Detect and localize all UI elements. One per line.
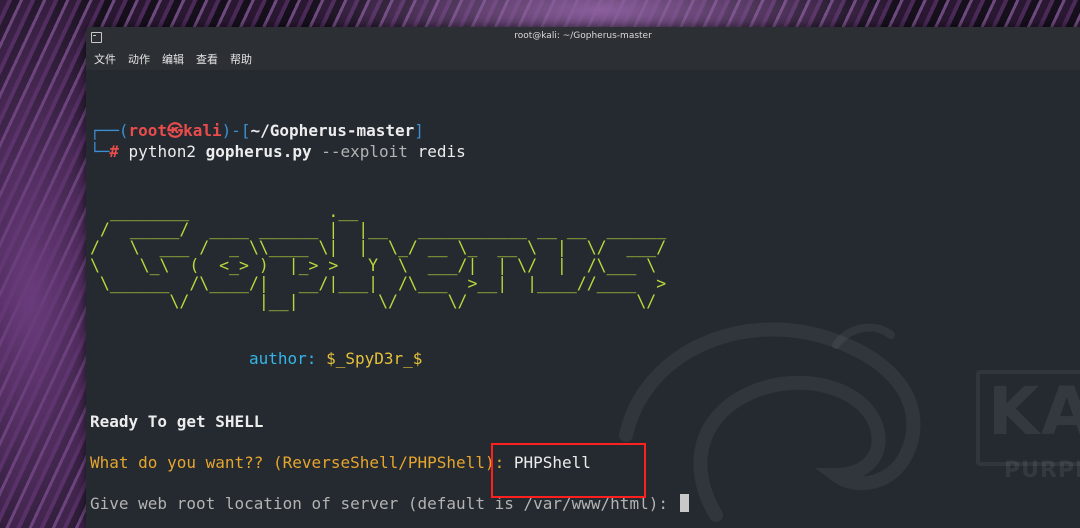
ready-message: Ready To get SHELL: [90, 412, 264, 431]
prompt-path: ~/Gopherus-master: [250, 121, 415, 140]
command-arg: redis: [417, 142, 466, 161]
kali-watermark: KALI PURPLE: [606, 285, 1080, 528]
command-flag: --exploit: [321, 142, 408, 161]
terminal-output[interactable]: KALI PURPLE ┌──(root㉿kali)-[~/Gopherus-m…: [86, 70, 1080, 528]
prompt-corner-top: ┌──(: [90, 121, 129, 140]
answer-highlight-box: [491, 443, 646, 498]
menu-view[interactable]: 查看: [196, 51, 218, 67]
prompt-mid: )-[: [221, 121, 251, 140]
menu-edit[interactable]: 编辑: [162, 51, 184, 67]
prompt-host: kali: [183, 121, 222, 140]
window-title: root@kali: ~/Gopherus-master: [514, 31, 652, 41]
menu-file[interactable]: 文件: [94, 51, 116, 67]
shell-prompt: ┌──(root㉿kali)-[~/Gopherus-master]: [90, 121, 424, 141]
command-script: gopherus.py: [205, 142, 312, 161]
author-label: author:: [249, 349, 317, 368]
prompt-corner-bottom: └─: [90, 142, 110, 161]
shell-question: What do you want?? (ReverseShell/PHPShel…: [90, 453, 505, 472]
text-cursor: [679, 494, 689, 512]
menu-help[interactable]: 帮助: [230, 51, 252, 67]
title-bar: root@kali: ~/Gopherus-master: [86, 27, 1080, 48]
prompt-end: ]: [414, 121, 424, 140]
kali-watermark-edition: PURPLE: [1004, 458, 1080, 483]
terminal-window: root@kali: ~/Gopherus-master 文件 动作 编辑 查看…: [86, 27, 1080, 528]
author-value: $_SpyD3r_$: [326, 349, 423, 368]
kali-dragon-icon: [619, 322, 921, 522]
menu-action[interactable]: 动作: [128, 51, 150, 67]
command-line: └─# python2 gopherus.py --exploit redis: [90, 142, 466, 162]
prompt-skull-icon: ㉿: [167, 121, 184, 140]
command-program: python2: [128, 142, 196, 161]
gopherus-ascii-banner: ________ .__ / _____/ ____ ______ | |__ …: [90, 202, 667, 311]
author-line: author: $_SpyD3r_$: [249, 349, 422, 369]
prompt-hash: #: [109, 142, 119, 161]
menu-bar: 文件 动作 编辑 查看 帮助: [86, 48, 1080, 70]
kali-watermark-brand: KALI: [988, 373, 1080, 450]
prompt-user: root: [128, 121, 168, 140]
